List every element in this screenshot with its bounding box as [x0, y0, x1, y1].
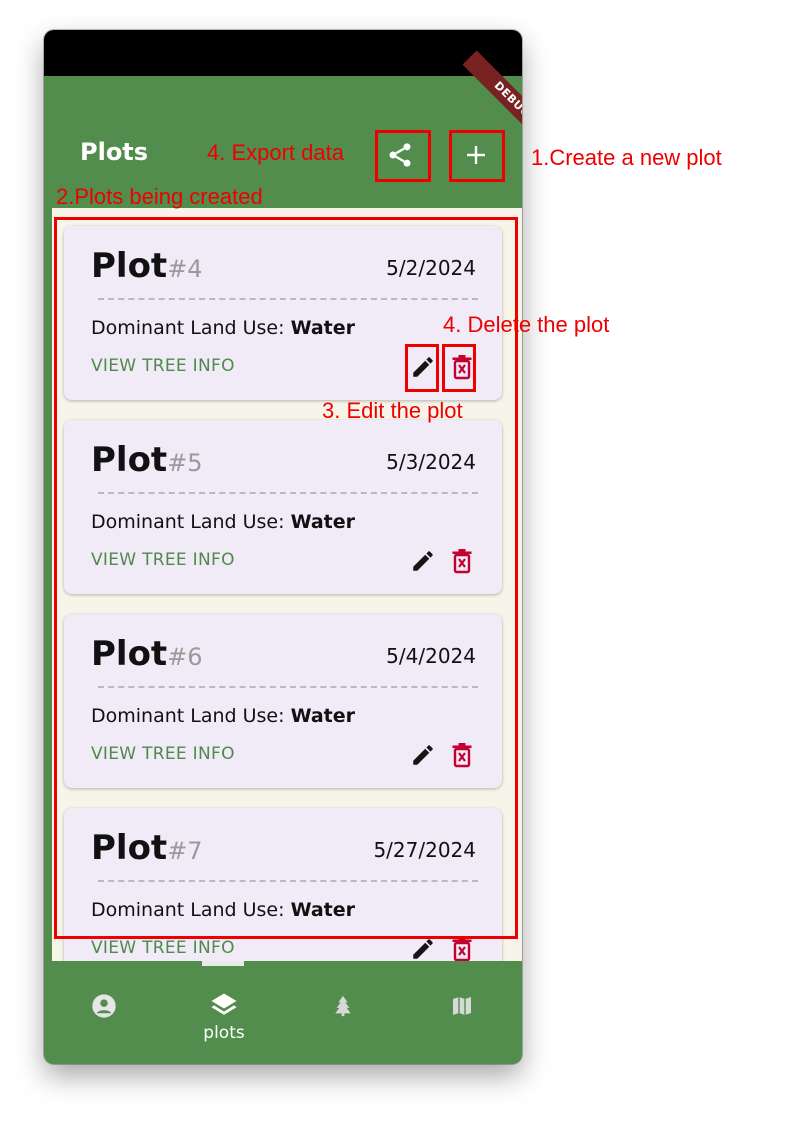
tree-icon	[335, 995, 351, 1017]
delete-icon	[452, 937, 472, 961]
annotation-export-label: 4. Export data	[207, 140, 344, 165]
nav-item-plots[interactable]	[204, 991, 244, 1021]
nav-item-account[interactable]	[84, 991, 124, 1021]
annotation-plots-label: 2.Plots being created	[56, 184, 263, 209]
annotation-delete-label: 4. Delete the plot	[443, 312, 610, 337]
view-tree-info-button[interactable]: VIEW TREE INFO	[91, 938, 235, 958]
status-bar	[44, 30, 522, 76]
page-title: Plots	[80, 138, 149, 166]
annotation-box-edit	[405, 344, 439, 392]
map-icon	[453, 997, 471, 1015]
bottom-navigation: plots	[44, 961, 522, 1064]
annotation-box-create	[449, 130, 505, 182]
nav-item-trees[interactable]	[323, 991, 363, 1021]
annotation-create-label: 1.Create a new plot	[531, 145, 722, 170]
account-icon	[92, 994, 116, 1018]
nav-item-map[interactable]	[442, 991, 482, 1021]
annotation-box-delete	[442, 344, 476, 392]
layers-icon	[211, 993, 237, 1015]
annotation-box-export	[375, 130, 431, 182]
pencil-icon	[413, 939, 433, 959]
nav-label-plots: plots	[203, 1023, 245, 1043]
annotation-edit-label: 3. Edit the plot	[322, 398, 463, 423]
nav-selected-indicator	[202, 961, 244, 966]
